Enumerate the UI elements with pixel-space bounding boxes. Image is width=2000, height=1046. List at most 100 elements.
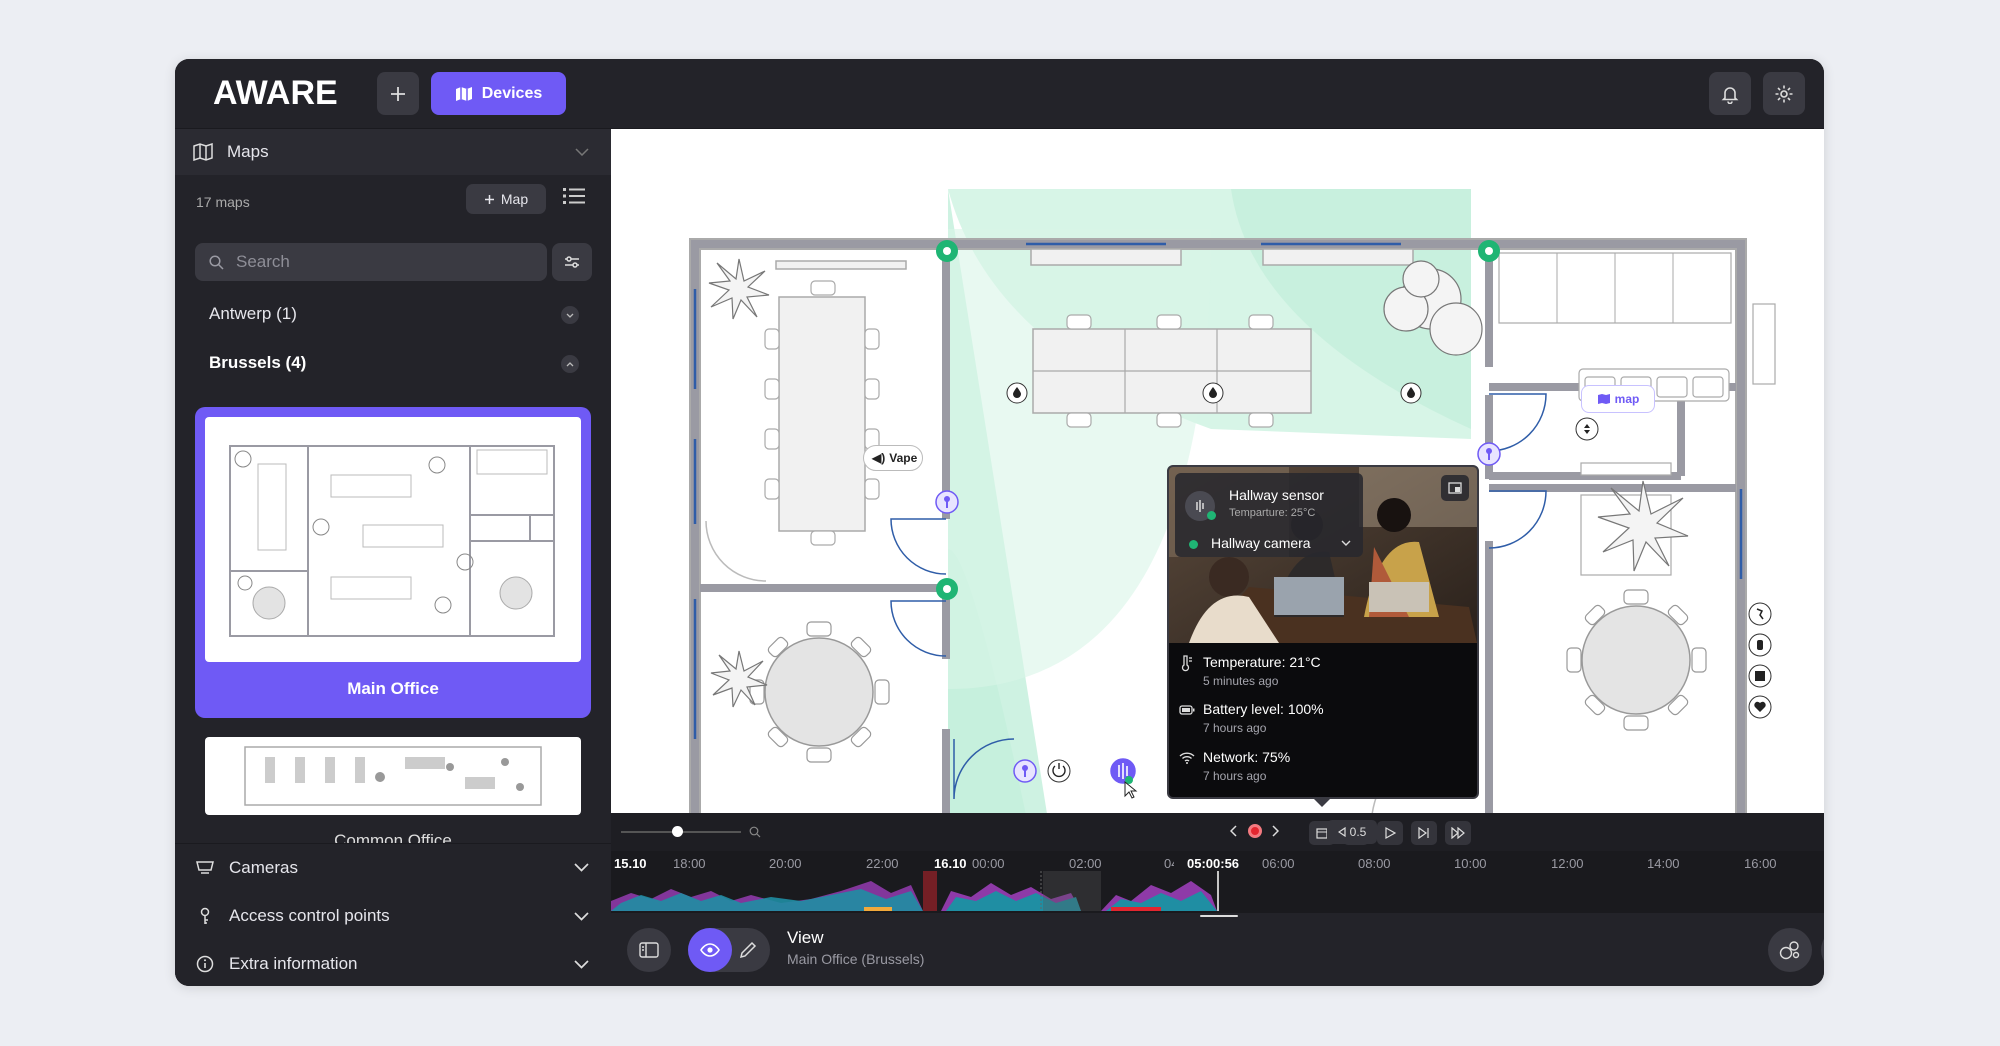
group-antwerp[interactable]: Antwerp (1) (209, 304, 297, 324)
devices-cluster-icon (1779, 941, 1800, 960)
map-thumbnail (205, 417, 581, 662)
layers-button[interactable] (1821, 928, 1824, 972)
map-card-title: Common Office (334, 831, 452, 843)
wifi-icon (1179, 752, 1195, 764)
expand-icon (1448, 482, 1462, 494)
sensor-name: Hallway sensor (1229, 487, 1324, 503)
speed-icon (1337, 827, 1346, 837)
bell-icon (1721, 86, 1739, 104)
notifications-button[interactable] (1709, 72, 1751, 115)
sidebar: Maps 17 maps Map Antwerp (1) Brussels (4… (175, 129, 611, 986)
stat-label: Temperature: 21°C (1203, 654, 1321, 670)
devices-button[interactable]: Devices (431, 72, 566, 115)
accordion-label: Access control points (229, 906, 390, 925)
timeline-track[interactable]: 15.10 18:00 20:00 22:00 16.10 00:00 02:0… (611, 851, 1824, 913)
key-icon (200, 907, 210, 924)
map-link-tag[interactable]: map (1581, 385, 1655, 413)
settings-button[interactable] (1763, 72, 1805, 115)
stat-time: 7 hours ago (1203, 721, 1267, 735)
timeline-label: 04:00 (1164, 856, 1174, 871)
drag-handle[interactable] (1200, 915, 1238, 917)
sidebar-icon (639, 942, 659, 958)
map-link-label: map (1614, 392, 1640, 406)
search-field[interactable] (195, 243, 547, 281)
thermometer-icon (1181, 655, 1192, 672)
add-button[interactable] (377, 72, 419, 115)
chevron-down-icon (574, 959, 589, 969)
speaker-icon: ◀) (872, 451, 886, 465)
floorplan-canvas[interactable]: CO ◀)Vape map (611, 129, 1824, 813)
list-view-icon[interactable] (563, 187, 585, 205)
current-time-label: 05:00:56 (1187, 856, 1240, 871)
sliders-icon (565, 256, 579, 268)
vape-sensor-tag[interactable]: ◀) Vape (863, 445, 923, 471)
timeline-label: 10:00 (1454, 856, 1487, 871)
logo: AWARE (213, 74, 338, 112)
devices-label: Devices (481, 84, 543, 102)
plus-icon (484, 194, 494, 204)
camera-select[interactable]: Hallway camera (1211, 535, 1311, 551)
maps-count: 17 maps (196, 194, 250, 210)
play-icon (1385, 827, 1396, 839)
accordion-extra-info[interactable]: Extra information (175, 940, 611, 986)
mode-toggle[interactable] (688, 928, 770, 972)
search-icon (209, 254, 224, 270)
search-input[interactable] (236, 252, 516, 272)
sensor-temperature: Temparture: 25°C (1229, 507, 1316, 519)
zoom-slider-handle[interactable] (672, 826, 683, 837)
playback-speed[interactable]: 0.5 (1327, 820, 1377, 844)
device-popup[interactable]: Hallway sensor Temparture: 25°C Hallway … (1167, 465, 1479, 799)
stat-time: 7 hours ago (1203, 769, 1267, 783)
play-button[interactable] (1377, 821, 1403, 845)
timeline-label: 00:00 (972, 856, 1005, 871)
stat-label: Network: 75% (1203, 749, 1291, 765)
timeline-label: 22:00 (866, 856, 899, 871)
filter-button[interactable] (552, 243, 592, 281)
chevron-up-icon[interactable] (561, 355, 579, 373)
chevron-right-icon[interactable] (1271, 825, 1279, 837)
add-map-button[interactable]: Map (466, 184, 546, 214)
info-icon (196, 955, 214, 973)
timeline: 0.5 15.10 18:00 20:00 22:00 16.10 00:00 … (611, 813, 1824, 913)
stat-time: 5 minutes ago (1203, 674, 1279, 688)
plus-icon (391, 86, 405, 101)
chevron-down-icon[interactable] (561, 306, 579, 324)
timeline-label: 02:00 (1069, 856, 1102, 871)
expand-button[interactable] (1441, 475, 1469, 501)
toggle-sidebar-button[interactable] (627, 928, 671, 972)
map-card-common-office[interactable] (205, 737, 581, 815)
app-window: AWARE Devices Maps 17 maps Map Search An… (175, 59, 1824, 986)
timeline-label: 16.10 (934, 856, 967, 871)
view-mode-button[interactable] (688, 928, 732, 972)
map-card-main-office[interactable]: Main Office (195, 407, 591, 718)
accordion-access-control[interactable]: Access control points (175, 892, 611, 940)
maps-label: Maps (227, 142, 269, 161)
chevron-down-icon (574, 911, 589, 921)
timeline-label: 12:00 (1551, 856, 1584, 871)
map-icon (1597, 394, 1610, 404)
device-filter-button[interactable] (1768, 928, 1812, 972)
accordion-cameras[interactable]: Cameras (175, 843, 611, 891)
camera-icon (196, 860, 214, 874)
mode-subtitle: Main Office (Brussels) (787, 951, 925, 967)
timeline-label: 20:00 (769, 856, 802, 871)
timeline-controls: 0.5 (611, 813, 1824, 851)
mode-title: View (787, 928, 824, 947)
footer-toolbar: View Main Office (Brussels) (611, 913, 1824, 986)
speed-value: 0.5 (1349, 825, 1367, 839)
record-indicator[interactable] (1248, 824, 1262, 838)
map-card-title: Main Office (347, 679, 439, 698)
zoom-icon (749, 826, 761, 838)
maps-section-header[interactable]: Maps (175, 129, 611, 175)
chevron-left-icon[interactable] (1230, 825, 1238, 837)
header: AWARE Devices (175, 59, 1824, 129)
timeline-label: 15.10 (614, 856, 647, 871)
chevron-down-icon[interactable] (1341, 540, 1351, 546)
fast-forward-button[interactable] (1445, 821, 1471, 845)
group-brussels[interactable]: Brussels (4) (209, 353, 306, 373)
popup-pointer (1313, 798, 1331, 807)
map-icon (455, 86, 472, 101)
skip-forward-button[interactable] (1411, 821, 1437, 845)
pencil-icon[interactable] (738, 940, 758, 960)
vape-label: Vape (889, 451, 918, 465)
